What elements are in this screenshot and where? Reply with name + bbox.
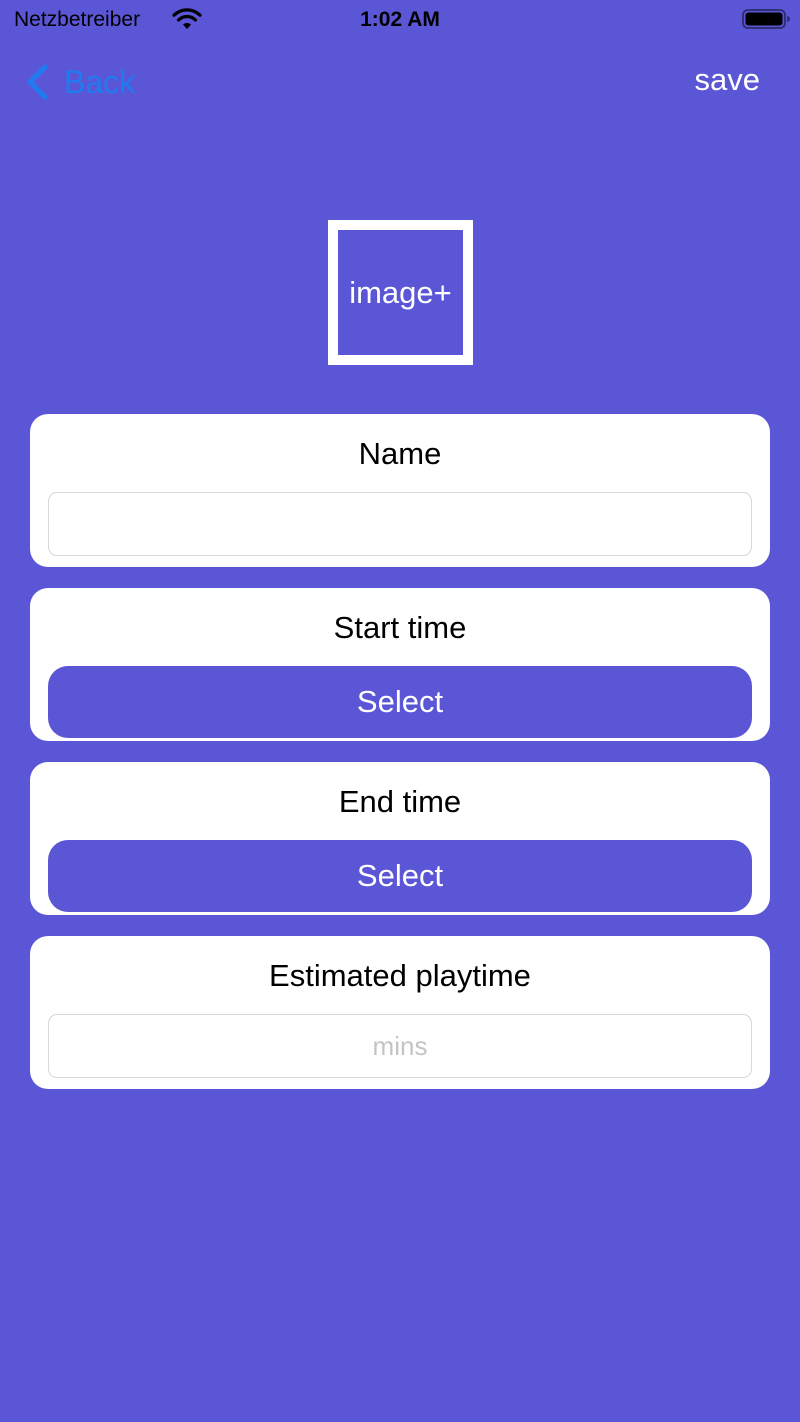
- status-time: 1:02 AM: [360, 8, 440, 31]
- start-time-label: Start time: [333, 610, 467, 645]
- playtime-label: Estimated playtime: [269, 958, 531, 993]
- end-time-label: End time: [338, 784, 462, 819]
- navigation-bar: Back save: [0, 40, 800, 124]
- name-label: Name: [358, 436, 442, 471]
- playtime-placeholder: mins: [372, 1030, 428, 1061]
- chevron-left-icon: [27, 64, 48, 100]
- battery-icon: [742, 9, 790, 29]
- playtime-input[interactable]: mins: [48, 1014, 752, 1078]
- start-time-card: Start time Select: [30, 588, 770, 741]
- status-bar: Netzbetreiber 1:02 AM: [0, 0, 800, 40]
- end-time-card: End time Select: [30, 762, 770, 915]
- back-label: Back: [64, 63, 136, 100]
- back-button[interactable]: Back: [24, 60, 135, 104]
- save-button[interactable]: save: [695, 62, 760, 98]
- playtime-card: Estimated playtime mins: [30, 936, 770, 1089]
- end-time-select-button[interactable]: Select: [48, 840, 752, 912]
- image-picker-label: image+: [349, 274, 452, 310]
- image-picker-button[interactable]: image+: [328, 220, 473, 365]
- name-input[interactable]: [48, 492, 752, 556]
- start-time-select-button[interactable]: Select: [48, 666, 752, 738]
- name-card: Name: [30, 414, 770, 567]
